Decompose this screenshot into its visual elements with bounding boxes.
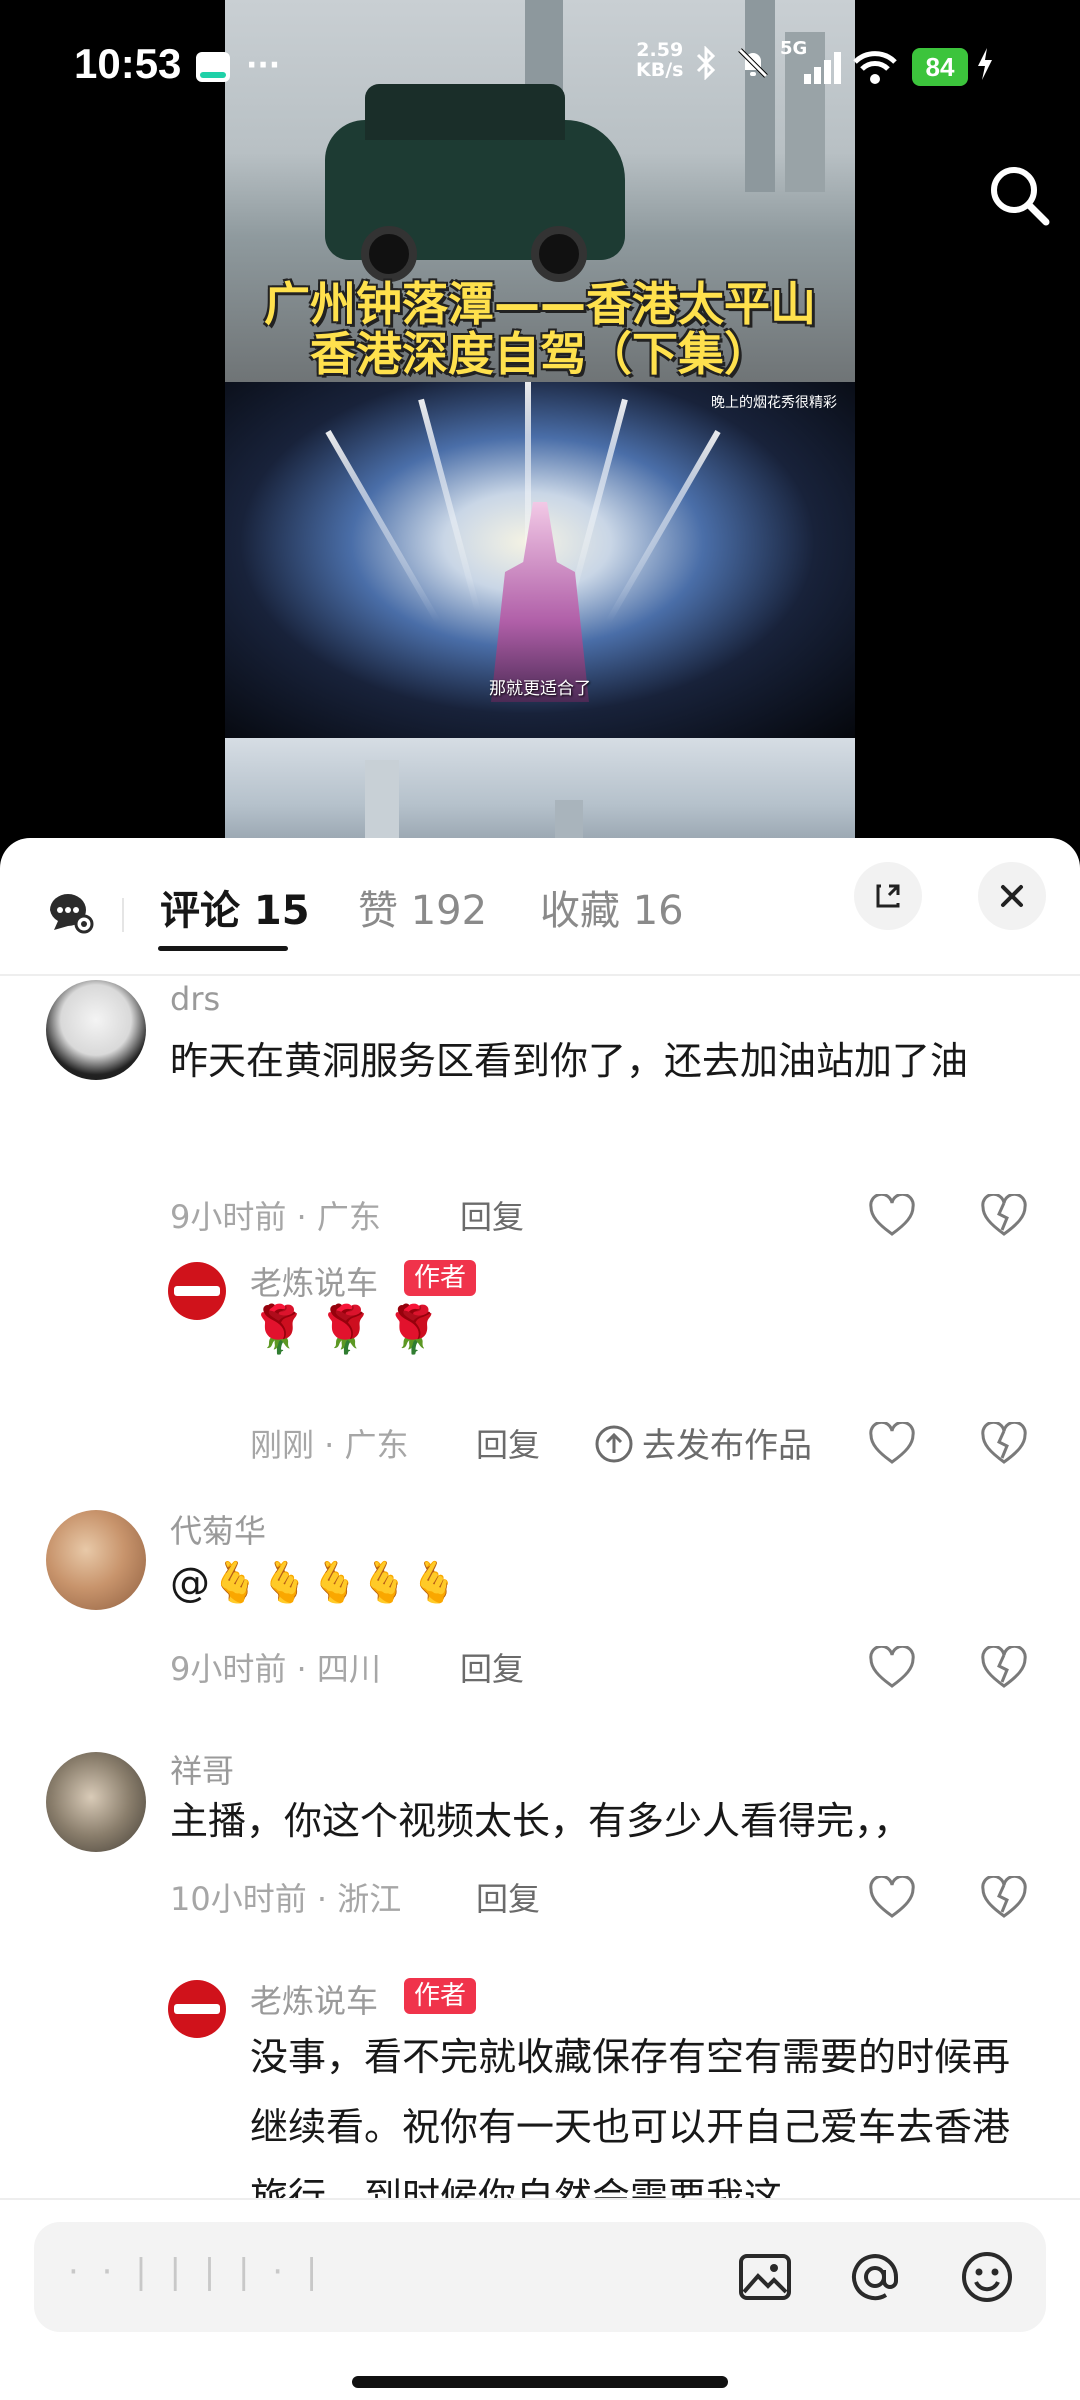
avatar[interactable] — [46, 1752, 146, 1852]
comment-input-bar: · · | | | | · | — [0, 2198, 1080, 2400]
comment-text: 主播，你这个视频太长，有多少人看得完，， — [170, 1799, 912, 1843]
comment-time-location: 9小时前 · 四川 — [170, 1650, 381, 1688]
at-mention-icon[interactable] — [846, 2248, 904, 2306]
status-bar: 10:53 ··· 2.59 KB/s 5G 84 — [0, 30, 1080, 100]
tab-comments[interactable]: 评论 15 — [160, 878, 310, 936]
reply-emojis: 🌹🌹🌹 — [250, 1302, 452, 1356]
comment-list[interactable]: drs 昨天在黄洞服务区看到你了，还去加油站加了油 9小时前 · 广东 回复 老… — [0, 978, 1080, 2198]
author-badge: 作者 — [404, 1260, 477, 1296]
comment-text: @🫰🫰🫰🫰🫰 — [170, 1560, 460, 1606]
reply-time-location: 刚刚 · 广东 — [250, 1426, 409, 1464]
tab-favorites[interactable]: 收藏 16 — [540, 878, 684, 936]
clock: 10:53 — [74, 40, 182, 87]
comment-time-location: 10小时前 · 浙江 — [170, 1880, 402, 1918]
username[interactable]: drs — [170, 980, 220, 1018]
author-avatar[interactable] — [168, 1262, 226, 1320]
reply-button[interactable]: 回复 — [476, 1874, 540, 1920]
username[interactable]: 代菊华 — [170, 1506, 266, 1552]
divider — [122, 898, 124, 932]
dislike-broken-heart-icon[interactable] — [980, 1874, 1028, 1920]
net-speed-unit: KB/s — [636, 59, 684, 81]
home-indicator[interactable] — [352, 2376, 728, 2388]
publish-work-link[interactable]: 去发布作品 — [642, 1418, 812, 1467]
comment-tab-bar: 评论 15 赞 192 收藏 16 — [0, 838, 1080, 976]
expand-button[interactable] — [854, 862, 922, 930]
like-heart-icon[interactable] — [868, 1644, 916, 1690]
net-speed: 2.59 KB/s — [636, 40, 683, 80]
username[interactable]: 老炼说车 — [250, 1976, 378, 2022]
dislike-broken-heart-icon[interactable] — [980, 1644, 1028, 1690]
comment-sheet: 评论 15 赞 192 收藏 16 drs 昨天在黄洞服务区看到你了，还去加油站… — [0, 838, 1080, 2400]
more-notifications-icon: ··· — [246, 48, 281, 83]
ai-assistant-icon[interactable] — [46, 890, 94, 934]
author-badge: 作者 — [404, 1978, 477, 2014]
search-icon[interactable] — [984, 160, 1054, 230]
frame-subtitle: 那就更适合了 — [489, 679, 591, 699]
like-heart-icon[interactable] — [868, 1192, 916, 1238]
battery-level: 84 — [912, 48, 968, 86]
avatar[interactable] — [46, 1510, 146, 1610]
video-player[interactable]: 广州钟落潭——香港太平山 香港深度自驾（下集） 晚上的烟花秀很精彩 那就更适合了… — [0, 0, 1080, 860]
avatar[interactable] — [46, 980, 146, 1080]
bluetooth-icon — [694, 45, 718, 88]
like-heart-icon[interactable] — [868, 1420, 916, 1466]
comment-time-location: 9小时前 · 广东 — [170, 1198, 381, 1236]
image-icon[interactable] — [736, 2248, 794, 2306]
charging-icon — [976, 48, 994, 87]
active-tab-indicator — [158, 946, 288, 951]
username[interactable]: 老炼说车 — [250, 1258, 378, 1304]
mute-bell-icon — [736, 46, 770, 88]
author-avatar[interactable] — [168, 1980, 226, 2038]
publish-arrow-icon[interactable] — [594, 1424, 634, 1464]
close-button[interactable] — [978, 862, 1046, 930]
reply-button[interactable]: 回复 — [460, 1192, 524, 1238]
reply-button[interactable]: 回复 — [476, 1420, 540, 1466]
tab-likes[interactable]: 赞 192 — [358, 878, 487, 936]
app-badge-icon — [196, 52, 230, 82]
net-speed-value: 2.59 — [636, 39, 684, 61]
comment-input-placeholder: · · | | | | · | — [68, 2252, 324, 2292]
reply-text: 没事，看不完就收藏保存有空有需要的时候再继续看。祝你有一天也可以开自己爱车去香港… — [250, 2035, 1011, 2198]
frame-tag: 晚上的烟花秀很精彩 — [711, 395, 837, 411]
dislike-broken-heart-icon[interactable] — [980, 1192, 1028, 1238]
emoji-icon[interactable] — [958, 2248, 1016, 2306]
cover-frame-fireworks: 晚上的烟花秀很精彩 那就更适合了 — [225, 382, 855, 738]
like-heart-icon[interactable] — [868, 1874, 916, 1920]
comment-input[interactable]: · · | | | | · | — [34, 2222, 1046, 2332]
wifi-icon — [852, 50, 898, 84]
comment-text: 昨天在黄洞服务区看到你了，还去加油站加了油 — [170, 1039, 969, 1083]
suv-car — [325, 84, 625, 282]
cover-title-line2: 香港深度自驾（下集） — [310, 327, 770, 381]
cell-signal-icon — [800, 52, 842, 84]
dislike-broken-heart-icon[interactable] — [980, 1420, 1028, 1466]
reply-button[interactable]: 回复 — [460, 1644, 524, 1690]
